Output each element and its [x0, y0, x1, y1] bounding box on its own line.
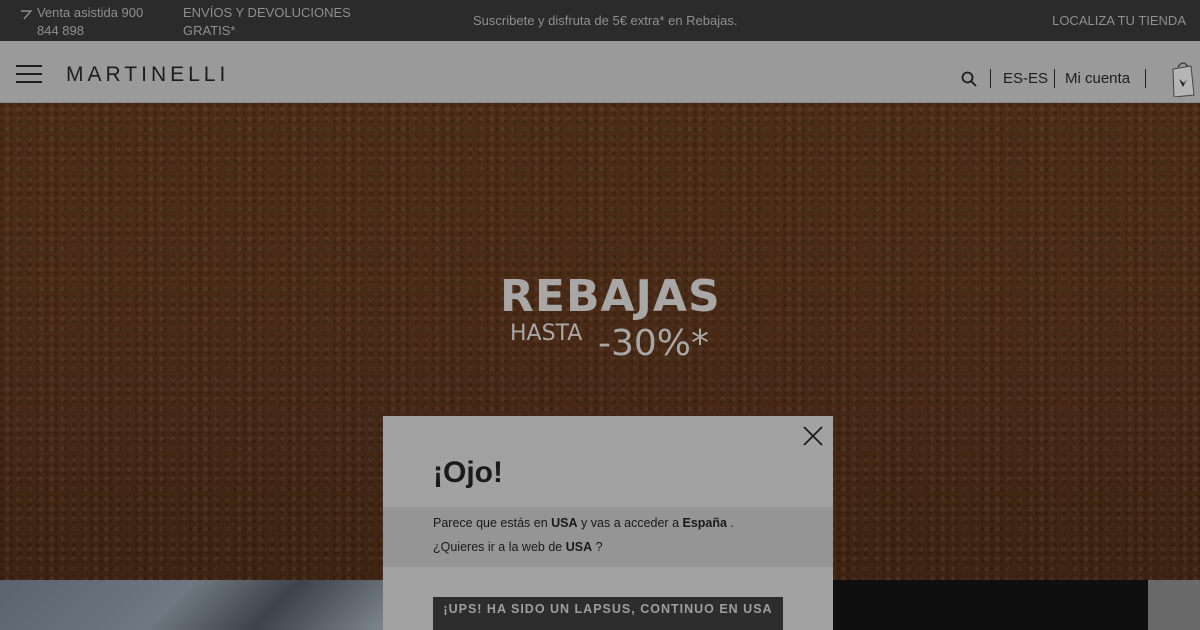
site-header: MARTINELLI ES-ES Mi cuenta	[0, 41, 1200, 103]
free-shipping-link[interactable]: ENVÍOS Y DEVOLUCIONES GRATIS*	[183, 4, 358, 40]
product-image-dark[interactable]	[833, 580, 1200, 630]
modal-message-line2: ¿Quieres ir a la web de USA ?	[433, 540, 603, 554]
modal-message-line1: Parece que estás en USA y vas a acceder …	[433, 516, 734, 530]
continue-usa-button[interactable]: ¡UPS! HA SIDO UN LAPSUS, CONTINUO EN USA	[433, 597, 783, 630]
brand-logo[interactable]: MARTINELLI	[66, 63, 229, 87]
hero-title: REBAJAS	[500, 271, 721, 322]
newsletter-promo-link[interactable]: Suscribete y disfruta de 5€ extra* en Re…	[473, 13, 737, 28]
hero-upto: HASTA	[510, 321, 583, 346]
modal-title: ¡Ojo!	[433, 456, 503, 489]
close-icon[interactable]	[801, 424, 825, 448]
menu-icon[interactable]	[16, 65, 42, 83]
product-image-edge[interactable]	[1148, 580, 1200, 630]
assisted-sale-label: Venta asistida 900 844 898	[37, 5, 144, 38]
divider	[990, 69, 991, 88]
country-redirect-modal: ¡Ojo! Parece que estás en USA y vas a ac…	[383, 416, 833, 630]
product-image-denim[interactable]	[0, 580, 383, 630]
hero-discount: -30%*	[598, 323, 710, 364]
phone-arrow-icon	[21, 10, 32, 20]
shopping-bag-icon[interactable]	[1170, 57, 1196, 97]
store-locator-link[interactable]: LOCALIZA TU TIENDA	[1052, 13, 1186, 28]
my-account-link[interactable]: Mi cuenta	[1065, 70, 1130, 87]
language-selector[interactable]: ES-ES	[1003, 70, 1048, 87]
divider	[1054, 69, 1055, 88]
top-bar: Venta asistida 900 844 898 ENVÍOS Y DEVO…	[0, 0, 1200, 41]
search-icon[interactable]	[961, 71, 977, 87]
divider	[1145, 69, 1146, 88]
assisted-sale-link[interactable]: Venta asistida 900 844 898	[20, 4, 160, 40]
